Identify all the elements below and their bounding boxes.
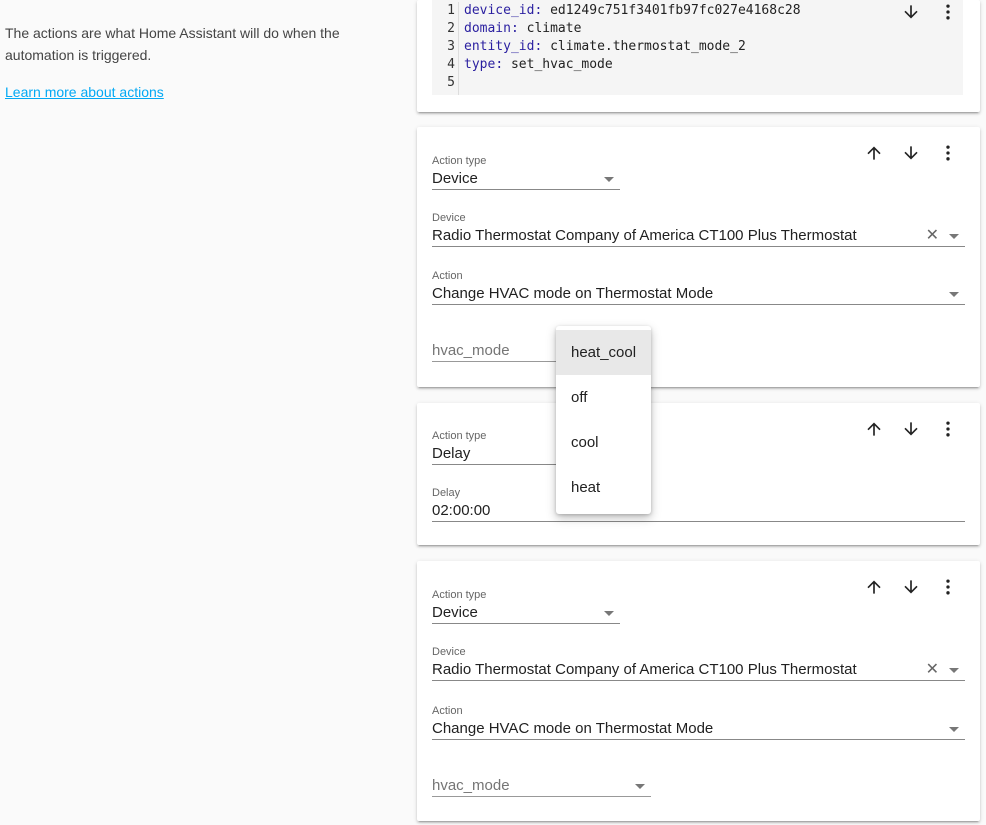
arrow-down-icon — [903, 146, 918, 160]
action-value: Change HVAC mode on Thermostat Mode — [432, 283, 965, 305]
action-type-select[interactable]: Action type Device — [432, 154, 620, 190]
card-toolbar — [892, 0, 966, 24]
code-value: set_hvac_mode — [510, 57, 613, 72]
dropdown-option-off[interactable]: off — [556, 375, 651, 420]
device-label: Device — [432, 646, 466, 658]
action-label: Action — [432, 270, 463, 282]
line-number: 5 — [447, 75, 455, 90]
action-value: Change HVAC mode on Thermostat Mode — [432, 718, 965, 740]
move-down-button[interactable] — [892, 575, 929, 599]
move-down-button[interactable] — [892, 417, 929, 441]
card-toolbar — [855, 141, 966, 165]
more-options-button[interactable] — [929, 575, 966, 599]
action-type-label: Action type — [432, 589, 487, 601]
code-line: domain: climate — [464, 21, 582, 36]
action-card-delay: Action type Delay Delay 02:00:00 — [417, 403, 980, 545]
action-picker[interactable]: Action Change HVAC mode on Thermostat Mo… — [432, 269, 965, 305]
action-card-device-2: Action type Device Device Radio Thermost… — [417, 561, 980, 821]
device-text: Radio Thermostat Company of America CT10… — [432, 227, 857, 244]
yaml-editor[interactable]: 1 2 3 4 5 device_id: ed1249c751f3401fb97… — [432, 0, 963, 95]
line-number: 2 — [447, 21, 455, 36]
action-text: Change HVAC mode on Thermostat Mode — [432, 720, 714, 737]
hvac-mode-select[interactable]: hvac_mode — [432, 775, 651, 797]
code-key: entity_id — [464, 39, 535, 54]
arrow-up-icon — [866, 580, 881, 594]
action-type-text: Device — [432, 604, 478, 621]
more-vertical-icon — [945, 579, 950, 595]
caret-down-icon — [635, 784, 645, 789]
caret-down-icon[interactable] — [949, 234, 959, 239]
code-key: type — [464, 57, 496, 72]
move-up-button[interactable] — [855, 575, 892, 599]
more-vertical-icon — [945, 145, 950, 161]
action-type-label: Action type — [432, 155, 487, 167]
action-card-device-1: Action type Device Device Radio Thermost… — [417, 127, 980, 387]
move-up-button[interactable] — [855, 417, 892, 441]
caret-down-icon — [604, 611, 614, 616]
delay-value: 02:00:00 — [432, 500, 965, 522]
code-key: device_id — [464, 3, 535, 18]
move-down-button[interactable] — [892, 141, 929, 165]
action-label: Action — [432, 705, 463, 717]
action-type-text: Delay — [432, 445, 471, 462]
device-label: Device — [432, 212, 466, 224]
arrow-down-icon — [903, 580, 918, 594]
caret-down-icon[interactable] — [949, 668, 959, 673]
device-picker[interactable]: Device Radio Thermostat Company of Ameri… — [432, 211, 965, 247]
delay-label: Delay — [432, 487, 461, 499]
action-type-value: Device — [432, 168, 620, 190]
close-icon[interactable]: ✕ — [926, 662, 939, 678]
device-value: Radio Thermostat Company of America CT10… — [432, 225, 965, 247]
hvac-mode-dropdown: heat_cool off cool heat — [556, 326, 651, 514]
move-down-button[interactable] — [892, 0, 929, 24]
hvac-mode-text: hvac_mode — [432, 777, 510, 794]
device-value: Radio Thermostat Company of America CT10… — [432, 659, 965, 681]
action-text: Change HVAC mode on Thermostat Mode — [432, 285, 714, 302]
card-toolbar — [855, 417, 966, 441]
action-type-value: Device — [432, 602, 620, 624]
more-options-button[interactable] — [929, 141, 966, 165]
caret-down-icon — [949, 292, 959, 297]
actions-intro: The actions are what Home Assistant will… — [5, 22, 385, 103]
delay-input[interactable]: Delay 02:00:00 — [432, 486, 965, 522]
action-type-select[interactable]: Action type Device — [432, 588, 620, 624]
line-gutter: 1 2 3 4 5 — [432, 2, 459, 95]
code-value: climate.thermostat_mode_2 — [550, 39, 746, 54]
caret-down-icon — [949, 727, 959, 732]
code-key: domain — [464, 21, 511, 36]
code-line: entity_id: climate.thermostat_mode_2 — [464, 39, 746, 54]
arrow-up-icon — [866, 146, 881, 160]
dropdown-option-cool[interactable]: cool — [556, 420, 651, 465]
learn-more-link[interactable]: Learn more about actions — [5, 84, 164, 100]
code-value: climate — [526, 21, 582, 36]
actions-description: The actions are what Home Assistant will… — [5, 25, 340, 63]
caret-down-icon — [604, 177, 614, 182]
action-card-yaml: 1 2 3 4 5 device_id: ed1249c751f3401fb97… — [417, 0, 980, 112]
card-toolbar — [855, 575, 966, 599]
device-picker[interactable]: Device Radio Thermostat Company of Ameri… — [432, 645, 965, 681]
action-type-text: Device — [432, 170, 478, 187]
more-vertical-icon — [945, 4, 950, 20]
code-line: device_id: ed1249c751f3401fb97fc027e4168… — [464, 3, 801, 18]
arrow-down-icon — [903, 5, 918, 19]
hvac-mode-placeholder: hvac_mode — [432, 775, 651, 797]
more-vertical-icon — [945, 421, 950, 437]
code-line: type: set_hvac_mode — [464, 57, 613, 72]
dropdown-option-heat-cool[interactable]: heat_cool — [556, 330, 651, 375]
dropdown-option-heat[interactable]: heat — [556, 465, 651, 510]
more-options-button[interactable] — [929, 417, 966, 441]
code-value: ed1249c751f3401fb97fc027e4168c28 — [550, 3, 801, 18]
more-options-button[interactable] — [929, 0, 966, 24]
action-picker[interactable]: Action Change HVAC mode on Thermostat Mo… — [432, 704, 965, 740]
move-up-button[interactable] — [855, 141, 892, 165]
arrow-down-icon — [903, 422, 918, 436]
close-icon[interactable]: ✕ — [926, 228, 939, 244]
device-text: Radio Thermostat Company of America CT10… — [432, 661, 857, 678]
arrow-up-icon — [866, 422, 881, 436]
line-number: 1 — [447, 3, 455, 18]
line-number: 4 — [447, 57, 455, 72]
line-number: 3 — [447, 39, 455, 54]
